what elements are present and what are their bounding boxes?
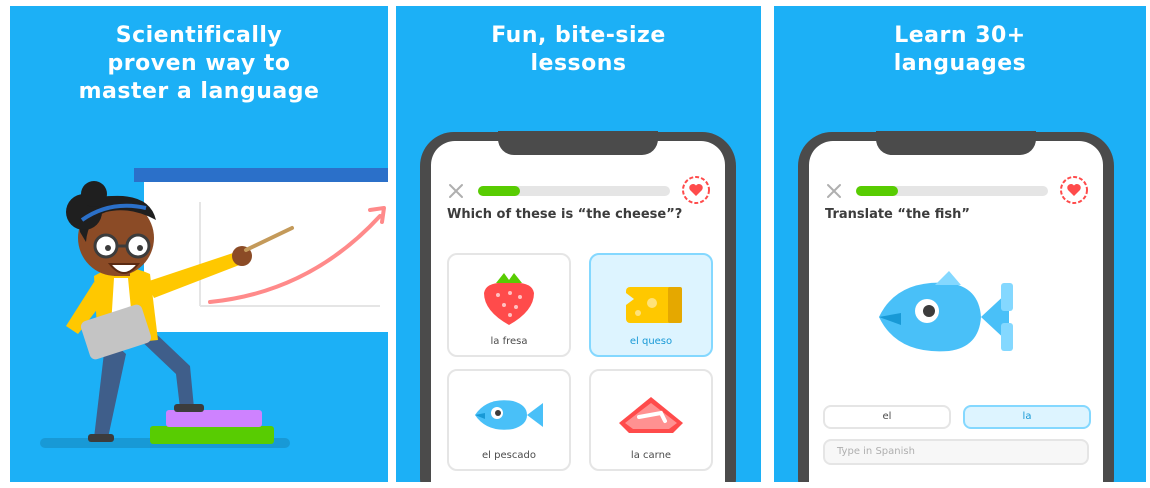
headline-line: lessons xyxy=(530,51,627,76)
close-icon[interactable] xyxy=(447,182,465,200)
heart-icon[interactable] xyxy=(681,175,711,205)
option-card-cheese[interactable]: el queso xyxy=(589,253,713,357)
word-bank-el[interactable]: el xyxy=(823,405,951,429)
phone-mockup: Translate “the fish” el la Type in Spani… xyxy=(798,131,1114,482)
option-card-strawberry[interactable]: la fresa xyxy=(447,253,571,357)
option-label: la fresa xyxy=(490,336,528,347)
fish-icon xyxy=(475,400,543,430)
phone-mockup: Which of these is “the cheese”? la fresa xyxy=(420,131,736,482)
question-text: Which of these is “the cheese”? xyxy=(447,207,683,222)
option-label: el queso xyxy=(629,336,673,347)
option-label: la carne xyxy=(630,450,672,461)
headline-line: Learn 30+ xyxy=(894,23,1026,48)
heart-icon[interactable] xyxy=(1059,175,1089,205)
whiteboard xyxy=(144,182,388,332)
teacher-illustration xyxy=(40,168,388,448)
lesson-progress-bar xyxy=(478,186,670,196)
phone-notch xyxy=(498,131,658,155)
close-icon[interactable] xyxy=(825,182,843,200)
progress-fill xyxy=(856,186,899,196)
fish-illustration xyxy=(879,271,1013,352)
panel-lessons: Fun, bite-size lessons Which of these is… xyxy=(396,6,761,482)
cheese-icon xyxy=(626,287,682,323)
meat-icon xyxy=(619,397,683,433)
option-card-meat[interactable]: la carne xyxy=(589,369,713,471)
option-card-fish[interactable]: el pescado xyxy=(447,369,571,471)
panel-headline: Learn 30+ languages xyxy=(774,22,1146,78)
headline-line: languages xyxy=(893,51,1027,76)
panel-headline: Fun, bite-size lessons xyxy=(396,22,761,78)
question-text: Translate “the fish” xyxy=(825,207,970,222)
progress-fill xyxy=(478,186,521,196)
lesson-screen: Which of these is “the cheese”? la fresa xyxy=(431,141,725,482)
translation-input[interactable]: Type in Spanish xyxy=(823,439,1089,465)
lesson-progress-bar xyxy=(856,186,1048,196)
word-bank-la[interactable]: la xyxy=(963,405,1091,429)
book xyxy=(150,426,274,444)
phone-notch xyxy=(876,131,1036,155)
whiteboard-rail xyxy=(134,168,388,182)
strawberry-icon xyxy=(484,273,534,325)
translate-screen: Translate “the fish” el la Type in Spani… xyxy=(809,141,1103,482)
book xyxy=(166,410,262,427)
option-label: el pescado xyxy=(482,450,536,461)
headline-line: Fun, bite-size xyxy=(491,23,666,48)
panel-scientific: Scientifically proven way to master a la… xyxy=(10,6,388,482)
panel-languages: Learn 30+ languages Translate “the fish” xyxy=(774,6,1146,482)
